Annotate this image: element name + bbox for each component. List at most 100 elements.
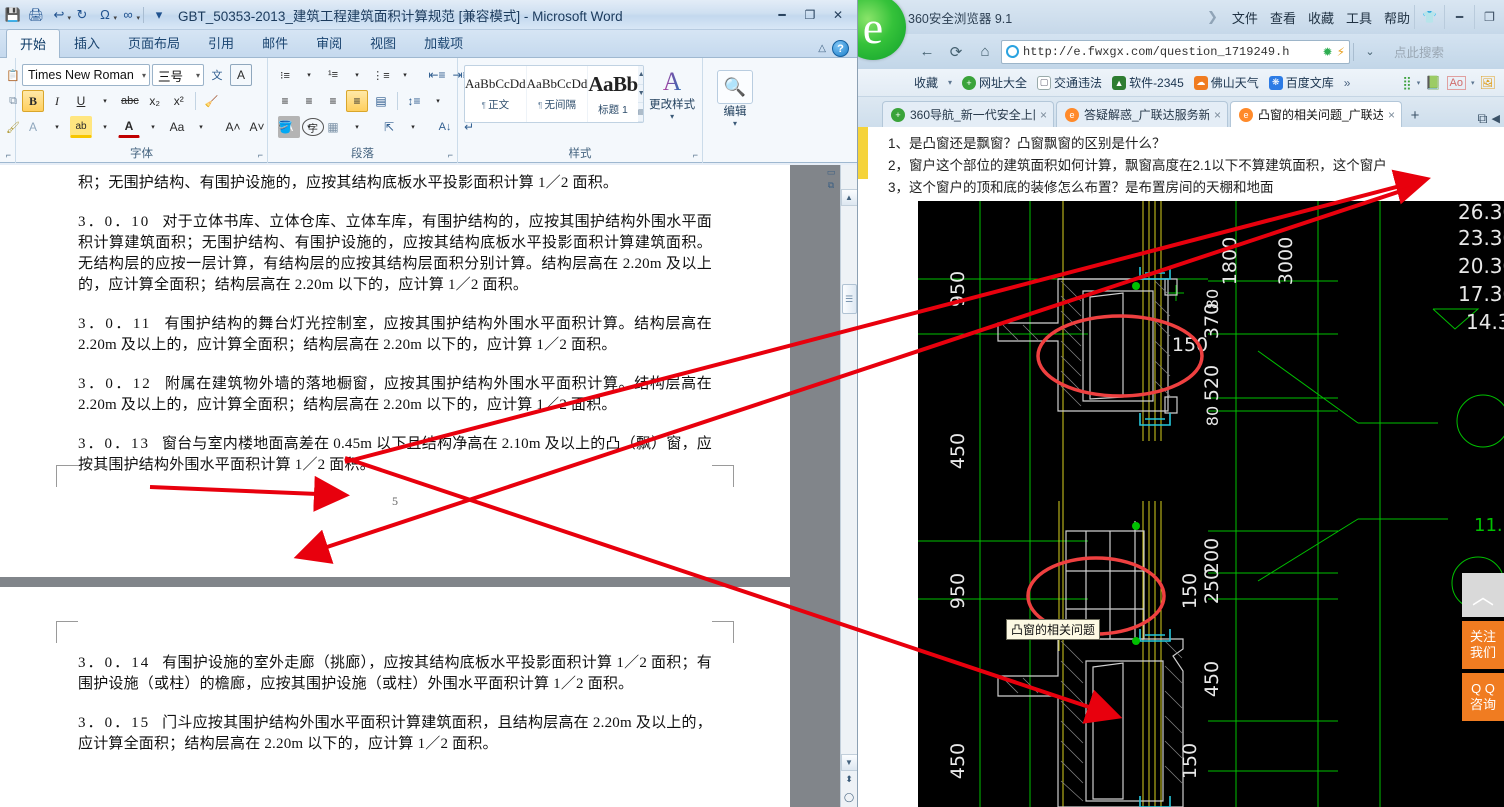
document-scrollbar[interactable]: ▲ ☰ ▼ ⬍ ◯ — [840, 165, 857, 807]
chevron-down-icon[interactable]: ▾ — [427, 90, 449, 112]
chevron-down-icon[interactable]: ▾ — [136, 71, 146, 80]
align-center-button[interactable]: ≡ — [298, 90, 320, 112]
book-icon[interactable]: 📗 — [1425, 75, 1441, 91]
distributed-button[interactable]: ▤ — [370, 90, 392, 112]
tab-strip-right[interactable]: ⧉ ◀ — [1478, 110, 1504, 127]
window-controls[interactable]: ━ ❐ ✕ — [769, 5, 857, 25]
reload-icon[interactable]: ⟳ — [943, 40, 969, 64]
bookmark-item-4[interactable]: ❋ 百度文库 — [1268, 74, 1334, 91]
font-name-combo[interactable]: Times New Roman ▾ — [22, 64, 150, 86]
previous-page-button[interactable]: ⬍ — [842, 771, 857, 787]
style-item-normal[interactable]: AaBbCcDd 正文 — [465, 66, 527, 122]
symbol-omega-icon[interactable]: Ω — [94, 4, 117, 26]
close-button[interactable]: ✕ — [825, 5, 851, 25]
clipboard-dialog-launcher[interactable]: ⌐ — [6, 150, 11, 160]
style-item-no-spacing[interactable]: AaBbCcDd 无间隔 — [527, 66, 589, 122]
sort-button[interactable]: A↓ — [434, 116, 456, 138]
restore-button[interactable]: ❐ — [797, 5, 823, 25]
home-icon[interactable]: ⌂ — [972, 40, 998, 64]
tab-home[interactable]: 开始 — [6, 29, 61, 58]
chevron-down-icon[interactable]: ▾ — [346, 64, 368, 86]
chevron-down-icon[interactable]: ▾ — [298, 64, 320, 86]
tab-references[interactable]: 引用 — [194, 28, 248, 57]
menu-file[interactable]: 文件 — [1232, 8, 1258, 27]
browser-menu[interactable]: ❯ 文件 查看 收藏 工具 帮助 — [1207, 8, 1414, 27]
new-tab-button[interactable]: + — [1404, 103, 1426, 127]
bookmarks-label[interactable]: 收藏 — [914, 74, 938, 91]
font-size-combo[interactable]: 三号 ▾ — [152, 64, 204, 86]
text-direction-button[interactable]: ⇱ — [378, 116, 400, 138]
character-border-icon[interactable]: A — [230, 64, 252, 86]
bookmark-item-0[interactable]: + 网址大全 — [962, 74, 1027, 91]
help-icon[interactable]: ? — [832, 40, 849, 57]
follow-us-button[interactable]: 关注 我们 — [1462, 621, 1504, 669]
chevron-down-icon[interactable]: ▾ — [94, 90, 116, 112]
shrink-font-button[interactable]: A˅ — [246, 116, 268, 138]
bookmarks-overflow-icon[interactable]: » — [1344, 76, 1351, 90]
save-icon[interactable]: 💾 — [2, 4, 24, 26]
chevron-right-icon[interactable]: ❯ — [1207, 9, 1218, 25]
styles-gallery-scroll[interactable]: ▲ ▼ ▤ — [637, 66, 644, 122]
subscript-button[interactable]: x₂ — [144, 90, 166, 112]
shield-icon[interactable]: ✹ — [1323, 45, 1333, 59]
scroll-up-button[interactable]: ▲ — [840, 189, 857, 206]
bullet-list-button[interactable]: ⁝≡ — [274, 64, 296, 86]
minimize-button[interactable]: ━ — [769, 5, 795, 25]
scroll-down-button[interactable]: ▼ — [840, 754, 857, 771]
numbered-list-button[interactable]: ¹≡ — [322, 64, 344, 86]
browser-tab-1[interactable]: e 答疑解惑_广联达服务新干 × — [1056, 101, 1228, 127]
chevron-down-icon[interactable]: ▾ — [190, 116, 212, 138]
clear-formatting-button[interactable]: 🧹 — [201, 90, 223, 112]
back-to-top-button[interactable]: ︿ — [1462, 573, 1504, 617]
chevron-down-icon[interactable]: ▾ — [190, 71, 200, 80]
styles-scroll-up-icon[interactable]: ▲ — [637, 66, 644, 85]
site-info-icon[interactable] — [1006, 45, 1019, 58]
tab-page-layout[interactable]: 页面布局 — [114, 28, 194, 57]
menu-view[interactable]: 查看 — [1270, 8, 1296, 27]
shading-button[interactable]: 🪣 — [274, 116, 296, 138]
menu-favorites[interactable]: 收藏 — [1308, 8, 1334, 27]
chevron-down-icon[interactable]: ⌄ — [1357, 40, 1383, 64]
styles-more-icon[interactable]: ▤ — [637, 103, 644, 122]
chevron-down-icon[interactable]: ▾ — [1471, 79, 1475, 87]
lightning-icon[interactable]: ⚡ — [1337, 45, 1345, 59]
strikethrough-button[interactable]: abc — [118, 90, 142, 112]
styles-dialog-launcher[interactable]: ⌐ — [693, 150, 698, 160]
bookmark-item-3[interactable]: ☁ 佛山天气 — [1193, 74, 1259, 91]
collapse-ribbon-icon[interactable]: △ — [818, 43, 826, 54]
address-bar[interactable]: http://e.fwxgx.com/question_1719249.h ✹ … — [1001, 39, 1350, 64]
infinity-icon[interactable]: ∞ — [117, 4, 140, 26]
apps-grid-icon[interactable]: ⣿ — [1402, 75, 1412, 91]
document-area[interactable]: 积；无围护结构、有围护设施的，应按其结构底板水平投影面积计算 1／2 面积。 3… — [0, 165, 857, 807]
ruler-indent-icon[interactable]: ▭ — [827, 167, 836, 178]
search-input[interactable]: 点此搜索 — [1386, 42, 1498, 61]
skin-button[interactable]: 👕 — [1414, 5, 1444, 29]
tab-addins[interactable]: 加载项 — [410, 28, 477, 57]
restore-tab-icon[interactable]: ⧉ — [1478, 110, 1488, 127]
decrease-indent-button[interactable]: ⇤≡ — [426, 64, 448, 86]
align-right-button[interactable]: ≡ — [322, 90, 344, 112]
scrollbar-thumb[interactable]: ☰ — [841, 284, 857, 314]
bold-button[interactable]: B — [22, 90, 44, 112]
tab-review[interactable]: 审阅 — [302, 28, 356, 57]
chevron-down-icon[interactable]: ▾ — [346, 116, 368, 138]
font-color-button[interactable]: A — [118, 116, 140, 138]
back-icon[interactable]: ← — [914, 40, 940, 64]
minimize-button[interactable]: ━ — [1444, 5, 1474, 29]
tab-insert[interactable]: 插入 — [60, 28, 114, 57]
chevron-down-icon[interactable]: ▾ — [94, 116, 116, 138]
chevron-down-icon[interactable]: ▾ — [402, 116, 424, 138]
text-effects-button[interactable]: A — [22, 116, 44, 138]
browser-window-controls[interactable]: 👕 ━ ❐ — [1414, 5, 1504, 29]
change-styles-button[interactable]: A 更改样式 ▾ — [648, 65, 696, 137]
styles-scroll-down-icon[interactable]: ▼ — [637, 85, 644, 104]
split-handle-icon[interactable]: ⧉ — [828, 180, 834, 191]
tab-view[interactable]: 视图 — [356, 28, 410, 57]
bookmark-item-2[interactable]: ▲ 软件-2345 — [1112, 74, 1184, 91]
translate-icon[interactable]: Ao — [1446, 75, 1466, 90]
chevron-down-icon[interactable]: ▾ — [733, 119, 737, 128]
align-left-button[interactable]: ≡ — [274, 90, 296, 112]
chevron-down-icon[interactable]: ▾ — [394, 64, 416, 86]
maximize-button[interactable]: ❐ — [1474, 5, 1504, 29]
line-spacing-button[interactable]: ↕≡ — [403, 90, 425, 112]
